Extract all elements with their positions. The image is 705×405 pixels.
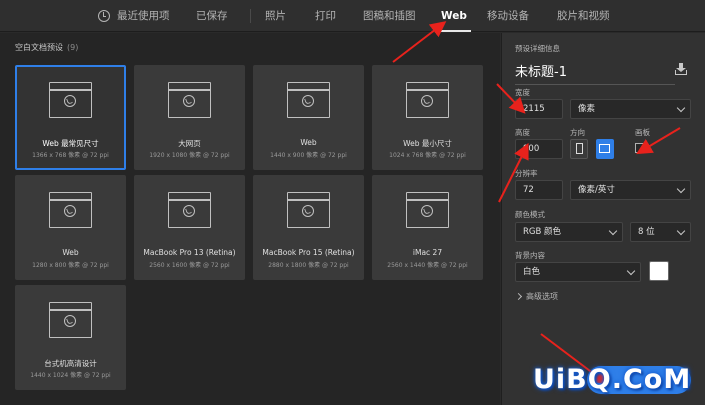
preset-card-web[interactable]: Web 1440 x 900 像素 @ 72 ppi [253,65,364,170]
portrait-orientation-button[interactable] [570,139,588,159]
tab-recent[interactable]: 最近使用项 [117,0,170,32]
preset-count: (9) [67,43,79,52]
background-label: 背景内容 [515,251,545,260]
preset-card-macbook-13[interactable]: MacBook Pro 13 (Retina) 2560 x 1600 像素 @… [134,175,245,280]
tab-art-illustration[interactable]: 图稿和插图 [363,0,416,32]
preset-section-title: 空白文档预设 (9) [15,42,78,53]
web-document-icon [406,82,449,118]
preset-name: MacBook Pro 13 (Retina) [143,248,236,257]
resolution-unit-value: 像素/英寸 [578,185,615,195]
chevron-down-icon [626,266,636,276]
background-select[interactable]: 白色 [515,262,641,282]
artboard-label: 画板 [635,128,650,137]
chevron-down-icon [676,226,686,236]
orientation-label: 方向 [570,128,585,137]
web-document-icon [287,192,330,228]
preset-section-label: 空白文档预设 [15,43,63,52]
preset-size: 1440 x 900 像素 @ 72 ppi [270,152,347,159]
tab-film-video[interactable]: 胶片和视频 [557,0,610,32]
bit-depth-select[interactable]: 8 位 [630,222,691,242]
portrait-icon [576,143,583,154]
color-mode-value: RGB 颜色 [523,227,562,237]
preset-card-macbook-15[interactable]: MacBook Pro 15 (Retina) 2880 x 1800 像素 @… [253,175,364,280]
document-name-field[interactable]: 未标题-1 [515,61,675,85]
globe-icon [183,95,195,107]
chevron-down-icon [676,184,686,194]
web-document-icon [406,192,449,228]
bit-depth-value: 8 位 [638,227,655,237]
preset-card-desktop-hd[interactable]: 台式机高清设计 1440 x 1024 像素 @ 72 ppi [15,285,126,390]
globe-icon [64,95,76,107]
artboard-checkbox[interactable] [635,143,645,153]
globe-icon [421,95,433,107]
color-mode-select[interactable]: RGB 颜色 [515,222,623,242]
preset-details-panel: 预设详细信息 未标题-1 宽度 2115 像素 高度 方向 画板 900 分辨率… [501,33,705,405]
preset-details-heading: 预设详细信息 [515,44,560,53]
preset-name: Web [300,138,317,147]
width-label: 宽度 [515,88,530,97]
globe-icon [302,95,314,107]
resolution-input[interactable]: 72 [515,180,563,200]
chevron-down-icon [608,226,618,236]
web-document-icon [49,192,92,228]
web-document-icon [49,82,92,118]
preset-name: 台式机高清设计 [44,359,97,368]
globe-icon [302,205,314,217]
preset-card-web-minimum[interactable]: Web 最小尺寸 1024 x 768 像素 @ 72 ppi [372,65,483,170]
preset-size: 2560 x 1600 像素 @ 72 ppi [149,262,230,269]
width-input[interactable]: 2115 [515,99,563,119]
globe-icon [64,315,76,327]
preset-name: Web 最小尺寸 [403,139,452,148]
preset-name: iMac 27 [412,248,443,257]
web-document-icon [168,192,211,228]
preset-card-web-common[interactable]: Web 最常见尺寸 1366 x 768 像素 @ 72 ppi [15,65,126,170]
preset-size: 1366 x 768 像素 @ 72 ppi [32,152,109,159]
preset-panel: 空白文档预设 (9) Web 最常见尺寸 1366 x 768 像素 @ 72 p… [0,33,500,405]
chevron-down-icon [676,103,686,113]
resolution-label: 分辨率 [515,169,538,178]
preset-category-tabs: 最近使用项 已保存 照片 打印 图稿和插图 Web 移动设备 胶片和视频 [0,0,705,32]
height-input[interactable]: 900 [515,139,563,159]
preset-size: 1280 x 800 像素 @ 72 ppi [32,262,109,269]
tab-photo[interactable]: 照片 [265,0,286,32]
preset-name: MacBook Pro 15 (Retina) [262,248,355,257]
preset-name: Web 最常见尺寸 [42,139,99,148]
preset-card-imac-27[interactable]: iMac 27 2560 x 1440 像素 @ 72 ppi [372,175,483,280]
width-unit-value: 像素 [578,104,596,114]
tab-web[interactable]: Web [437,0,471,32]
color-mode-label: 颜色模式 [515,210,545,219]
landscape-icon [599,144,610,153]
tab-mobile[interactable]: 移动设备 [487,0,529,32]
preset-size: 1440 x 1024 像素 @ 72 ppi [30,372,111,379]
preset-size: 1920 x 1080 像素 @ 72 ppi [149,152,230,159]
background-value: 白色 [523,267,541,277]
tab-print[interactable]: 打印 [315,0,336,32]
preset-size: 1024 x 768 像素 @ 72 ppi [389,152,466,159]
preset-size: 2880 x 1800 像素 @ 72 ppi [268,262,349,269]
chevron-right-icon[interactable] [514,292,523,301]
tab-separator [250,9,251,23]
preset-name: Web [62,248,79,257]
tab-saved[interactable]: 已保存 [196,0,228,32]
width-unit-select[interactable]: 像素 [570,99,691,119]
save-preset-icon[interactable] [675,63,687,75]
web-document-icon [287,82,330,118]
watermark-logo: UiBQ.CoM [533,364,692,395]
preset-size: 2560 x 1440 像素 @ 72 ppi [387,262,468,269]
background-color-swatch[interactable] [649,261,669,281]
advanced-options-toggle[interactable]: 高级选项 [526,291,558,302]
preset-card-web-1280[interactable]: Web 1280 x 800 像素 @ 72 ppi [15,175,126,280]
landscape-orientation-button[interactable] [596,139,614,159]
preset-card-large-web[interactable]: 大网页 1920 x 1080 像素 @ 72 ppi [134,65,245,170]
height-label: 高度 [515,128,530,137]
resolution-unit-select[interactable]: 像素/英寸 [570,180,691,200]
globe-icon [183,205,195,217]
globe-icon [421,205,433,217]
web-document-icon [49,302,92,338]
globe-icon [64,205,76,217]
web-document-icon [168,82,211,118]
clock-icon [98,10,110,22]
preset-name: 大网页 [178,139,201,148]
